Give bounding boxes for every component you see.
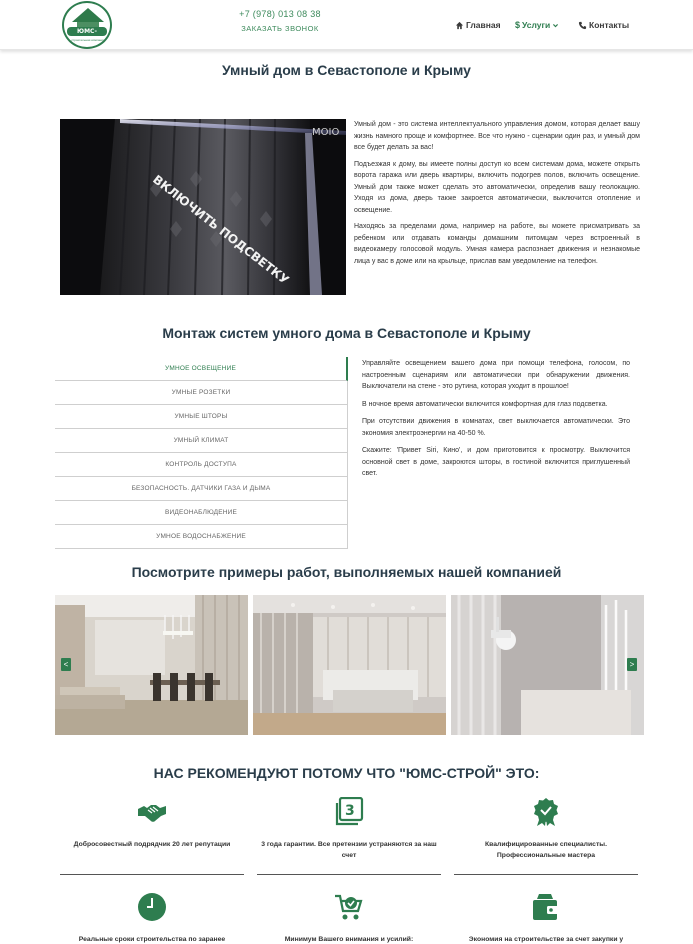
nav-services-label: Услуги bbox=[522, 20, 551, 30]
gallery-photo-bedroom[interactable] bbox=[253, 595, 446, 735]
benefit-divider bbox=[454, 874, 638, 875]
tab-content-paragraph: Управляйте освещением вашего дома при по… bbox=[362, 360, 630, 390]
nav-contacts[interactable]: Контакты bbox=[578, 20, 629, 30]
nav-home-label: Главная bbox=[466, 20, 501, 30]
home-icon bbox=[455, 21, 464, 29]
benefit-text: Реальные сроки строительства по заранее bbox=[78, 936, 226, 943]
tab-security-sensors[interactable]: БЕЗОПАСНОСТЬ. ДАТЧИКИ ГАЗА И ДЫМА bbox=[55, 477, 348, 501]
logo-subtext: строительная компания bbox=[71, 38, 105, 42]
benefits-title: НАС РЕКОМЕНДУЮТ ПОТОМУ ЧТО "ЮМС-СТРОЙ" Э… bbox=[153, 765, 540, 781]
interior-photo bbox=[451, 595, 644, 735]
intro-paragraph: Умный дом - это система интеллектуальног… bbox=[354, 121, 640, 151]
hero-image-brand: MOIO bbox=[312, 127, 339, 138]
logo-roof-shape bbox=[72, 8, 104, 22]
tab-smart-sockets[interactable]: УМНЫЕ РОЗЕТКИ bbox=[55, 381, 348, 405]
tab-content-paragraph: При отсутствии движения в комнатах, свет… bbox=[362, 418, 630, 437]
benefit-text: Минимум Вашего внимания и усилий: bbox=[284, 936, 414, 943]
benefit-text: Добросовестный подрядчик 20 лет репутаци… bbox=[73, 841, 231, 848]
wallet-icon bbox=[533, 894, 559, 920]
tab-smart-curtains[interactable]: УМНЫЕ ШТОРЫ bbox=[55, 405, 348, 429]
nav-home[interactable]: Главная bbox=[455, 20, 501, 30]
tab-content: Управляйте освещением вашего дома при по… bbox=[362, 358, 630, 486]
bedroom-photo bbox=[253, 595, 446, 735]
benefit-divider bbox=[60, 874, 244, 875]
cart-check-icon bbox=[335, 894, 363, 920]
tab-content-paragraph: Скажите: 'Привет Siri, Кино', и дом приг… bbox=[362, 447, 630, 477]
intro-paragraph: Находясь за пределами дома, например на … bbox=[354, 223, 640, 265]
gallery-photo-living-room[interactable] bbox=[55, 595, 248, 735]
benefit-text: Квалифицированные специалисты. Профессио… bbox=[485, 841, 607, 859]
benefit-divider bbox=[257, 874, 441, 875]
clock-icon bbox=[138, 893, 166, 921]
header-phone[interactable]: +7 (978) 013 08 38 bbox=[232, 9, 328, 19]
install-title: Монтаж систем умного дома в Севастополе … bbox=[162, 325, 531, 341]
gallery-prev-button[interactable]: < bbox=[61, 658, 71, 671]
tab-content-paragraph: В ночное время автоматически включится к… bbox=[362, 400, 608, 408]
guarantee-3-icon: 3 bbox=[335, 797, 364, 826]
hero-smart-curtain-image: ВКЛЮЧИТЬ ПОДСВЕТКУ MOIO bbox=[60, 119, 346, 295]
gallery-next-button[interactable]: > bbox=[627, 658, 637, 671]
handshake-icon bbox=[138, 805, 166, 822]
intro-title: Умный дом в Севастополе и Крыму bbox=[222, 62, 471, 78]
benefit-text: 3 года гарантии. Все претензии устраняют… bbox=[261, 841, 437, 859]
gallery-photo-interior[interactable] bbox=[451, 595, 644, 735]
nav-contacts-label: Контакты bbox=[589, 20, 630, 30]
svg-text:3: 3 bbox=[345, 803, 355, 819]
company-logo[interactable]: ЮМС-СТРОЙ строительная компания bbox=[62, 1, 112, 49]
living-room-photo bbox=[55, 595, 248, 735]
tab-smart-lighting[interactable]: УМНОЕ ОСВЕЩЕНИЕ bbox=[55, 357, 348, 381]
benefit-text: Экономия на строительстве за счет закупк… bbox=[468, 936, 624, 943]
logo-text: ЮМС-СТРОЙ bbox=[67, 27, 107, 44]
badge-check-icon bbox=[534, 798, 558, 826]
chevron-down-icon bbox=[553, 23, 559, 27]
intro-paragraph: Подъезжая к дому, вы имеете полны доступ… bbox=[354, 160, 640, 214]
curtain-photo: ВКЛЮЧИТЬ ПОДСВЕТКУ MOIO bbox=[60, 119, 346, 295]
nav-services[interactable]: $ Услуги bbox=[515, 20, 559, 30]
services-tab-list: УМНОЕ ОСВЕЩЕНИЕ УМНЫЕ РОЗЕТКИ УМНЫЕ ШТОР… bbox=[55, 357, 348, 549]
gallery-title: Посмотрите примеры работ, выполняемых на… bbox=[131, 564, 562, 580]
tab-smart-climate[interactable]: УМНЫЙ КЛИМАТ bbox=[55, 429, 348, 453]
dollar-icon: $ bbox=[515, 20, 521, 30]
tab-access-control[interactable]: КОНТРОЛЬ ДОСТУПА bbox=[55, 453, 348, 477]
callback-link[interactable]: ЗАКАЗАТЬ ЗВОНОК bbox=[232, 24, 328, 33]
phone-icon bbox=[578, 21, 587, 29]
tab-video-surveillance[interactable]: ВИДЕОНАБЛЮДЕНИЕ bbox=[55, 501, 348, 525]
tab-smart-water[interactable]: УМНОЕ ВОДОСНАБЖЕНИЕ bbox=[55, 525, 348, 549]
intro-description: Умный дом - это система интеллектуальног… bbox=[354, 119, 640, 272]
site-header: ЮМС-СТРОЙ строительная компания +7 (978)… bbox=[0, 0, 693, 50]
